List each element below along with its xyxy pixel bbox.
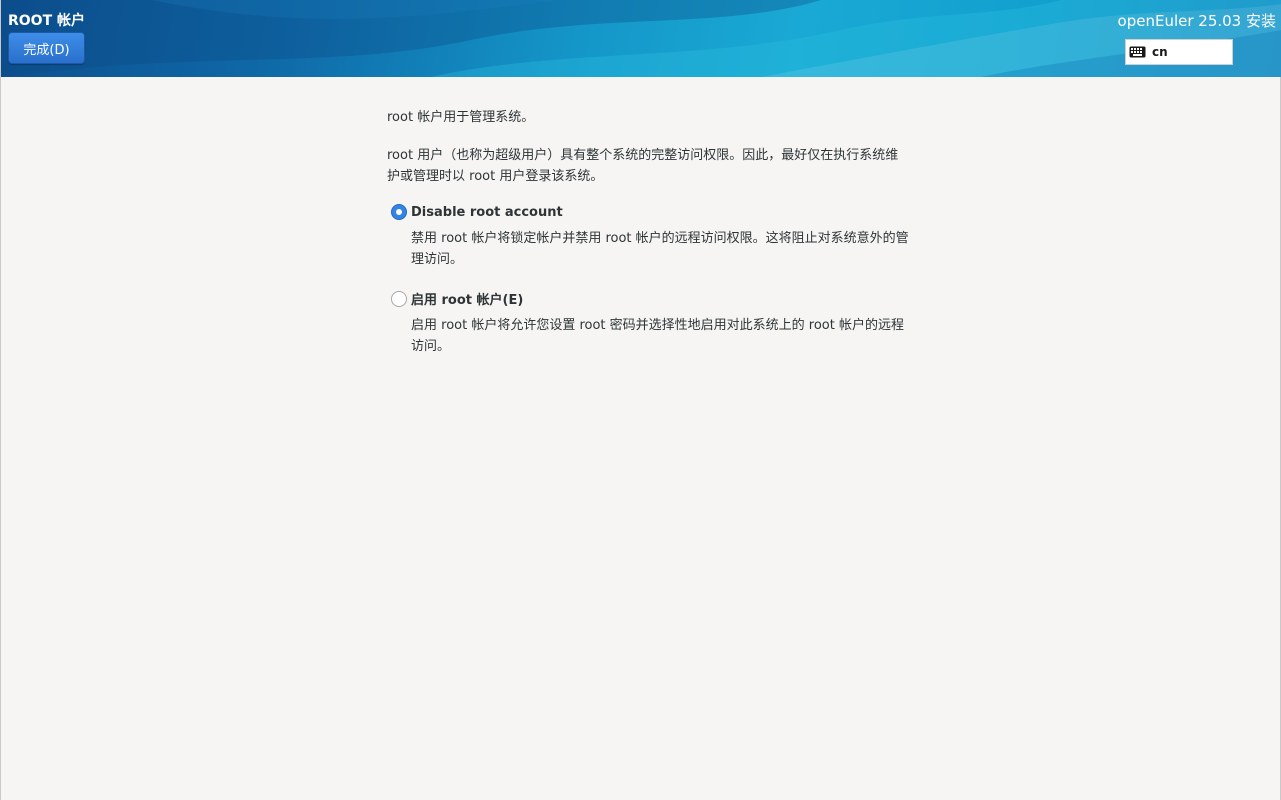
disable-root-description: 禁用 root 帐户将锁定帐户并禁用 root 帐户的远程访问权限。这将阻止对系… (411, 231, 909, 267)
enable-root-option[interactable]: 启用 root 帐户(E) (391, 289, 523, 308)
spoke-title: ROOT 帐户 (8, 13, 86, 29)
keyboard-layout-label: cn (1152, 45, 1168, 59)
product-title: openEuler 25.03 安装 (1117, 12, 1276, 30)
disable-root-option[interactable]: Disable root account (391, 204, 563, 220)
disable-root-label[interactable]: Disable root account (411, 205, 563, 220)
keyboard-icon (1129, 46, 1146, 58)
installer-window: ROOT 帐户 完成(D) openEuler 25.03 安装 cn root… (0, 0, 1281, 800)
keyboard-layout-indicator[interactable]: cn (1125, 39, 1233, 65)
enable-root-label[interactable]: 启用 root 帐户(E) (411, 289, 523, 308)
description-text: root 用户（也称为超级用户）具有整个系统的完整访问权限。因此，最好仅在执行系… (387, 148, 899, 184)
enable-root-radio[interactable] (391, 290, 407, 307)
intro-text: root 帐户用于管理系统。 (387, 110, 535, 125)
enable-root-description: 启用 root 帐户将允许您设置 root 密码并选择性地启用对此系统上的 ro… (411, 318, 904, 354)
disable-root-radio[interactable] (391, 204, 407, 220)
banner-background (1, 0, 1281, 77)
done-button[interactable]: 完成(D) (8, 32, 85, 64)
header-banner: ROOT 帐户 完成(D) openEuler 25.03 安装 cn (1, 0, 1281, 77)
